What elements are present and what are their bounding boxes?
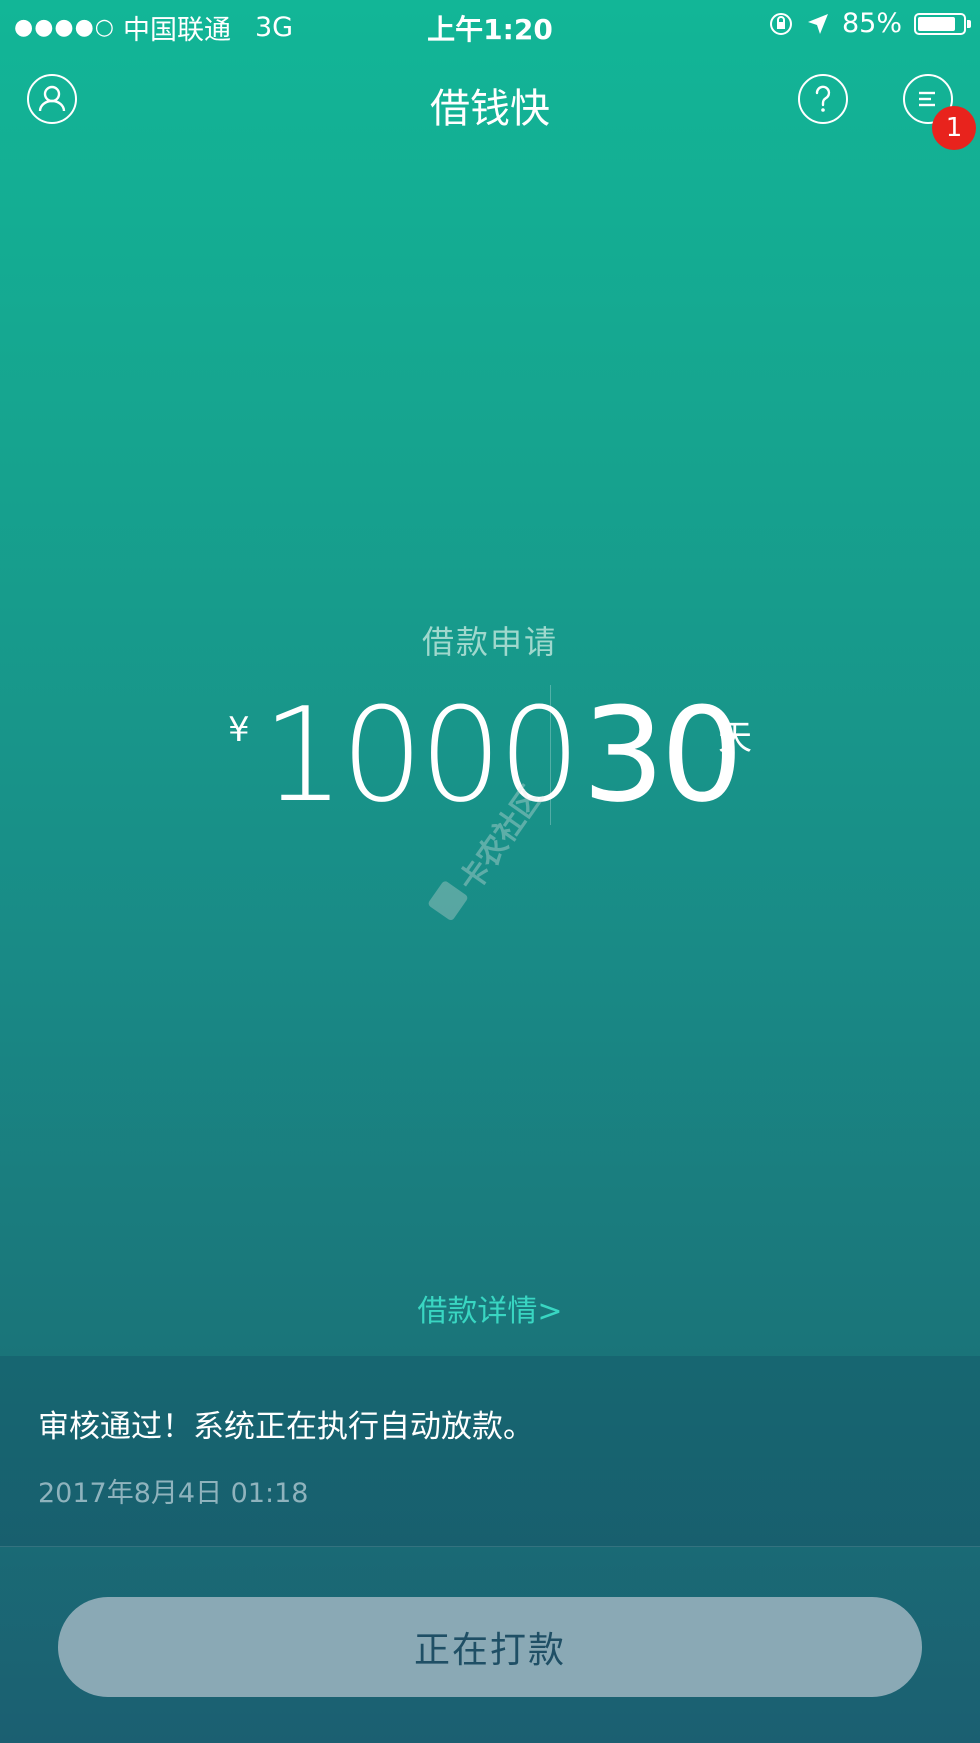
loan-days: 30: [582, 679, 743, 831]
battery-level: [918, 16, 955, 31]
notice-message: 审核通过！系统正在执行自动放款。: [38, 1409, 534, 1445]
battery-icon: [914, 12, 971, 35]
status-right: 85%: [768, 8, 971, 39]
status-notice: 审核通过！系统正在执行自动放款。 2017年8月4日 01:18: [0, 1356, 980, 1547]
disbursing-button[interactable]: 正在打款: [58, 1597, 922, 1697]
notice-timestamp: 2017年8月4日 01:18: [38, 1478, 309, 1509]
loan-application-label: 借款申请: [421, 623, 558, 661]
loan-details-link[interactable]: 借款详情>: [0, 1286, 980, 1330]
help-icon: [815, 85, 831, 112]
message-badge: 1: [932, 106, 976, 150]
lock-rotation-icon: [769, 12, 792, 35]
status-bar: ●●●●○ 中国联通 3G 上午1:20 85%: [0, 0, 980, 48]
currency-symbol: ¥: [228, 710, 250, 750]
help-button[interactable]: [798, 74, 848, 124]
watermark-logo-icon: [427, 879, 469, 922]
screen: ●●●●○ 中国联通 3G 上午1:20 85% 借钱快 1 借款申请 ¥ 10…: [0, 0, 980, 1743]
location-arrow-icon: [807, 13, 828, 34]
nav-bar: 借钱快 1: [0, 48, 980, 152]
divider: [550, 685, 551, 825]
days-unit: 天: [718, 718, 752, 758]
battery-percent: 85%: [841, 8, 902, 39]
